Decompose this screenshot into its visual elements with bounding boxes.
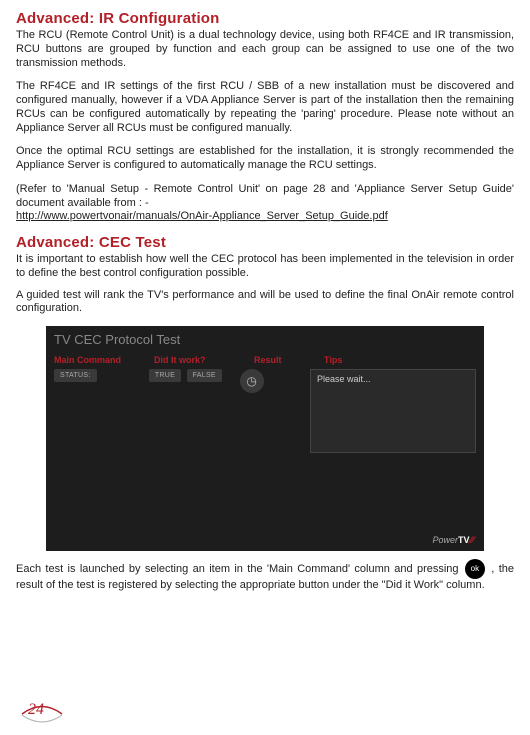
brand-power: Power (432, 535, 458, 545)
panel-title: TV CEC Protocol Test (46, 326, 484, 355)
false-button[interactable]: FALSE (187, 369, 222, 382)
cec-protocol-test-panel: TV CEC Protocol Test Main Command Did It… (46, 326, 484, 551)
appliance-server-guide-link[interactable]: http://www.powertvonair/manuals/OnAir-Ap… (16, 210, 388, 222)
tips-box: Please wait... (310, 369, 476, 453)
launch-text-1: Each test is launched by selecting an it… (16, 563, 463, 575)
ir-paragraph-3: Once the optimal RCU settings are establ… (16, 145, 514, 173)
launch-paragraph: Each test is launched by selecting an it… (16, 559, 514, 593)
ir-paragraph-4-text: (Refer to 'Manual Setup - Remote Control… (16, 183, 514, 209)
header-result: Result (254, 355, 324, 365)
cec-paragraph-1: It is important to establish how well th… (16, 253, 514, 281)
heading-cec: Advanced: CEC Test (16, 234, 514, 251)
header-did-it-work: Did It work? (154, 355, 254, 365)
panel-row: STATUS: TRUE FALSE ◷ Please wait... (46, 369, 484, 453)
brand-logo: PowerTV⁄⁄⁄ (432, 535, 474, 545)
cec-paragraph-2: A guided test will rank the TV's perform… (16, 289, 514, 317)
page-number: 24 (28, 701, 44, 719)
header-tips: Tips (324, 355, 476, 365)
brand-swoosh-icon: ⁄⁄⁄ (469, 535, 474, 545)
ok-button-icon: ok (465, 559, 485, 579)
true-button[interactable]: TRUE (149, 369, 181, 382)
heading-ir: Advanced: IR Configuration (16, 10, 514, 27)
page-footer: 24 (28, 701, 44, 719)
ir-paragraph-1: The RCU (Remote Control Unit) is a dual … (16, 29, 514, 70)
status-button[interactable]: STATUS: (54, 369, 97, 382)
result-indicator: ◷ (240, 369, 264, 393)
brand-tv: TV (458, 535, 470, 545)
panel-column-headers: Main Command Did It work? Result Tips (46, 355, 484, 369)
ir-paragraph-2: The RF4CE and IR settings of the first R… (16, 80, 514, 135)
ir-paragraph-4: (Refer to 'Manual Setup - Remote Control… (16, 183, 514, 224)
header-main-command: Main Command (54, 355, 154, 365)
clock-icon: ◷ (246, 375, 256, 387)
